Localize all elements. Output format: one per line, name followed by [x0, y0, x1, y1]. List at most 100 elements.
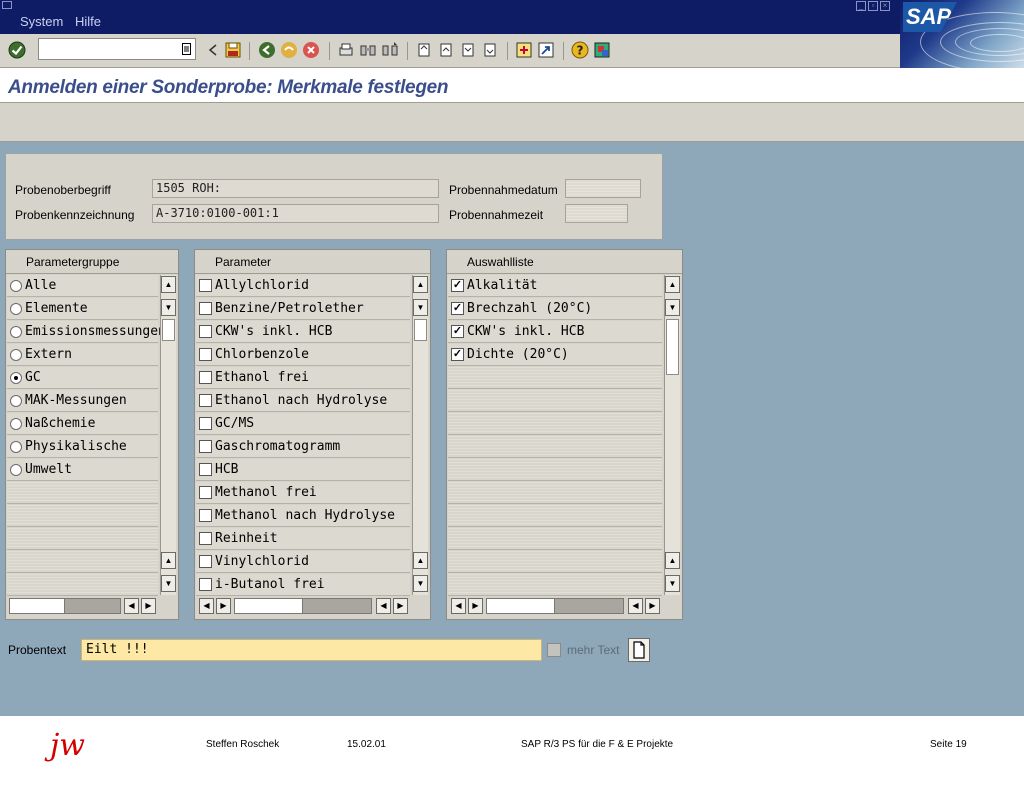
radio-button[interactable]: [10, 348, 22, 361]
radio-button[interactable]: [10, 463, 22, 476]
checkbox[interactable]: [199, 417, 212, 430]
back-arrow-icon[interactable]: [204, 41, 222, 59]
scroll-up-icon[interactable]: ▲: [665, 552, 680, 569]
radio-button[interactable]: [10, 417, 22, 430]
checkbox[interactable]: [199, 509, 212, 522]
scroll-thumb[interactable]: [414, 319, 427, 341]
auswahlliste-item-row[interactable]: ✓ CKW's inkl. HCB: [448, 321, 662, 343]
scroll-down-icon[interactable]: ▼: [161, 575, 176, 592]
parameter-item-row[interactable]: Reinheit: [196, 528, 410, 550]
scroll-right-icon[interactable]: ▶: [141, 598, 156, 614]
scroll-right-icon[interactable]: ▶: [645, 598, 660, 614]
save-icon[interactable]: [224, 41, 242, 59]
command-history-icon[interactable]: [182, 43, 191, 55]
scroll-left-icon[interactable]: ◀: [124, 598, 139, 614]
system-menu-icon[interactable]: [2, 1, 12, 9]
scroll-up-icon[interactable]: ▲: [161, 552, 176, 569]
radio-button[interactable]: [10, 302, 22, 315]
parameter-vscroll[interactable]: ▲ ▼ ▲ ▼: [412, 275, 428, 595]
checkbox[interactable]: ✓: [451, 348, 464, 361]
checkbox[interactable]: [199, 532, 212, 545]
parameter-item-row[interactable]: Chlorbenzole: [196, 344, 410, 366]
scroll-right-icon[interactable]: ▶: [393, 598, 408, 614]
radio-button[interactable]: [10, 325, 22, 338]
long-text-button[interactable]: [628, 638, 650, 662]
scroll-left-icon[interactable]: ◀: [199, 598, 214, 614]
radio-button[interactable]: [10, 440, 22, 453]
parametergruppe-item-row[interactable]: Emissionsmessungen: [7, 321, 166, 343]
parametergruppe-item-row[interactable]: Umwelt: [7, 459, 158, 481]
checkbox[interactable]: [199, 440, 212, 453]
parameter-item-row[interactable]: Benzine/Petrolether: [196, 298, 410, 320]
probennahmezeit-field[interactable]: [565, 204, 628, 223]
radio-button[interactable]: [10, 371, 22, 384]
scroll-left-icon[interactable]: ◀: [628, 598, 643, 614]
close-icon[interactable]: ×: [880, 1, 890, 11]
probenkennzeichnung-field[interactable]: A-3710:0100-001:1: [152, 204, 439, 223]
scroll-down-icon[interactable]: ▼: [161, 299, 176, 316]
scroll-right-icon[interactable]: ▶: [468, 598, 483, 614]
probenoberbegriff-field[interactable]: 1505 ROH:: [152, 179, 439, 198]
auswahlliste-item-row[interactable]: ✓ Dichte (20°C): [448, 344, 662, 366]
menu-hilfe[interactable]: Hilfe: [75, 14, 101, 29]
checkbox[interactable]: [199, 302, 212, 315]
scroll-down-icon[interactable]: ▼: [665, 299, 680, 316]
parameter-hscroll[interactable]: ◀ ▶ ◀ ▶: [196, 597, 429, 615]
checkbox[interactable]: [199, 463, 212, 476]
checkbox[interactable]: ✓: [451, 302, 464, 315]
parameter-item-row[interactable]: HCB: [196, 459, 410, 481]
checkbox[interactable]: [199, 348, 212, 361]
parametergruppe-item-row[interactable]: Elemente: [7, 298, 158, 320]
auswahlliste-hscroll[interactable]: ◀ ▶ ◀ ▶: [448, 597, 681, 615]
scroll-thumb[interactable]: [666, 319, 679, 375]
checkbox[interactable]: [199, 578, 212, 591]
scroll-up-icon[interactable]: ▲: [413, 552, 428, 569]
cancel-icon[interactable]: [302, 41, 320, 59]
checkbox[interactable]: ✓: [451, 279, 464, 292]
shortcut-icon[interactable]: [537, 41, 555, 59]
checkbox[interactable]: [199, 486, 212, 499]
back-icon[interactable]: [258, 41, 276, 59]
previous-page-icon[interactable]: [437, 41, 455, 59]
print-icon[interactable]: [337, 41, 355, 59]
radio-button[interactable]: [10, 394, 22, 407]
parametergruppe-vscroll[interactable]: ▲ ▼ ▲ ▼: [160, 275, 176, 595]
scroll-up-icon[interactable]: ▲: [665, 276, 680, 293]
checkbox[interactable]: [199, 325, 212, 338]
find-icon[interactable]: [359, 41, 377, 59]
menu-system[interactable]: System: [20, 14, 63, 29]
parameter-item-row[interactable]: Methanol frei: [196, 482, 410, 504]
auswahlliste-item-row[interactable]: ✓ Alkalität: [448, 275, 662, 297]
scroll-down-icon[interactable]: ▼: [413, 575, 428, 592]
scroll-right-icon[interactable]: ▶: [216, 598, 231, 614]
checkbox[interactable]: [199, 371, 212, 384]
next-page-icon[interactable]: [459, 41, 477, 59]
exit-icon[interactable]: [280, 41, 298, 59]
scroll-thumb[interactable]: [162, 319, 175, 341]
last-page-icon[interactable]: [481, 41, 499, 59]
auswahlliste-item-row[interactable]: ✓ Brechzahl (20°C): [448, 298, 662, 320]
mehr-text-checkbox[interactable]: [547, 643, 561, 657]
parameter-item-row[interactable]: Gaschromatogramm: [196, 436, 410, 458]
scroll-up-icon[interactable]: ▲: [161, 276, 176, 293]
parametergruppe-item-row[interactable]: GC: [7, 367, 158, 389]
parameter-item-row[interactable]: CKW's inkl. HCB: [196, 321, 410, 343]
parametergruppe-item-row[interactable]: Physikalische: [7, 436, 158, 458]
first-page-icon[interactable]: [415, 41, 433, 59]
parametergruppe-hscroll[interactable]: ◀ ▶: [7, 597, 177, 615]
minimize-icon[interactable]: _: [856, 1, 866, 11]
parametergruppe-item-row[interactable]: Naßchemie: [7, 413, 158, 435]
auswahlliste-vscroll[interactable]: ▲ ▼ ▲ ▼: [664, 275, 680, 595]
layout-menu-icon[interactable]: [593, 41, 611, 59]
parameter-item-row[interactable]: Ethanol frei: [196, 367, 410, 389]
scroll-up-icon[interactable]: ▲: [413, 276, 428, 293]
command-field[interactable]: [38, 38, 196, 60]
scroll-down-icon[interactable]: ▼: [413, 299, 428, 316]
scroll-down-icon[interactable]: ▼: [665, 575, 680, 592]
parametergruppe-item-row[interactable]: Extern: [7, 344, 158, 366]
restore-icon[interactable]: ▫: [868, 1, 878, 11]
scroll-left-icon[interactable]: ◀: [451, 598, 466, 614]
probentext-input[interactable]: Eilt !!!: [81, 639, 542, 661]
parameter-item-row[interactable]: Methanol nach Hydrolyse: [196, 505, 410, 527]
scroll-left-icon[interactable]: ◀: [376, 598, 391, 614]
